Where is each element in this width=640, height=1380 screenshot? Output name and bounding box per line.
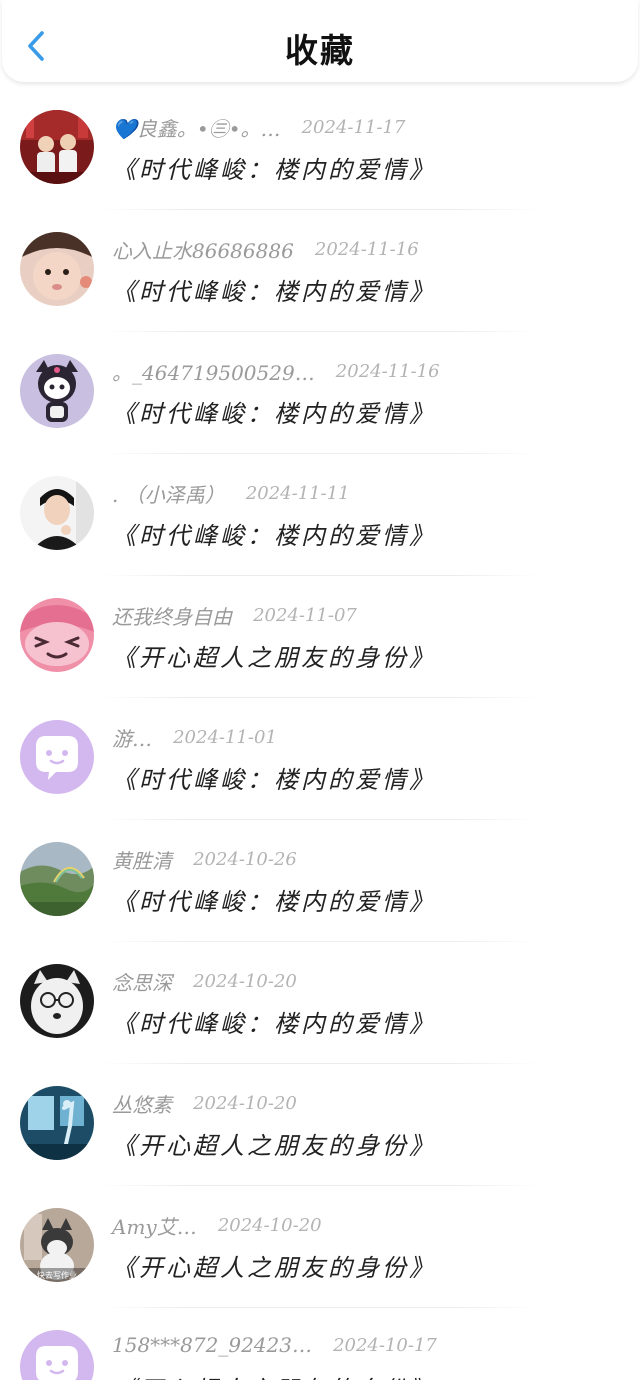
avatar[interactable]	[20, 1086, 94, 1160]
avatar[interactable]: 快去写作业	[20, 1208, 94, 1282]
list-item[interactable]: 💙良鑫。•㊂•。… 2024-11-17 《时代峰峻：楼内的爱情》	[0, 88, 640, 210]
avatar[interactable]	[20, 354, 94, 428]
work-title[interactable]: 《时代峰峻：楼内的爱情》	[112, 882, 436, 917]
item-meta: 丛悠素 2024-10-20	[112, 1089, 297, 1119]
date: 2024-10-20	[217, 1215, 322, 1236]
work-title[interactable]: 《时代峰峻：楼内的爱情》	[112, 394, 436, 429]
chat-bubble-icon	[20, 1330, 94, 1380]
item-meta: 还我终身自由 2024-11-07	[112, 601, 357, 631]
work-title[interactable]: 《时代峰峻：楼内的爱情》	[112, 272, 436, 307]
avatar[interactable]	[20, 476, 94, 550]
username[interactable]: 游…	[112, 723, 152, 752]
username[interactable]: . （小泽禹）	[112, 479, 225, 508]
date: 2024-11-01	[173, 727, 277, 748]
username[interactable]: 💙良鑫。•㊂•。…	[112, 113, 281, 142]
username[interactable]: 心入止水86686886	[112, 235, 294, 264]
item-meta: 158***872_92423… 2024-10-17	[112, 1333, 437, 1363]
username[interactable]: 还我终身自由	[112, 601, 232, 630]
username[interactable]: 。_464719500529…	[112, 357, 315, 386]
chat-bubble-icon	[20, 720, 94, 794]
avatar[interactable]	[20, 110, 94, 184]
work-title[interactable]: 《开心超人之朋友的身份》	[112, 1370, 436, 1380]
date: 2024-11-11	[245, 483, 350, 504]
list-item[interactable]: 158***872_92423… 2024-10-17 《开心超人之朋友的身份》	[0, 1308, 640, 1380]
item-meta: 。_464719500529… 2024-11-16	[112, 357, 440, 387]
date: 2024-10-26	[193, 849, 297, 870]
list-item[interactable]: 还我终身自由 2024-11-07 《开心超人之朋友的身份》	[0, 576, 640, 698]
date: 2024-11-16	[335, 361, 440, 382]
date: 2024-10-20	[193, 971, 297, 992]
item-meta: Amy艾… 2024-10-20	[112, 1211, 322, 1241]
work-title[interactable]: 《开心超人之朋友的身份》	[112, 1248, 436, 1283]
list-item[interactable]: 念思深 2024-10-20 《时代峰峻：楼内的爱情》	[0, 942, 640, 1064]
avatar[interactable]	[20, 1330, 94, 1380]
list-item[interactable]: 丛悠素 2024-10-20 《开心超人之朋友的身份》	[0, 1064, 640, 1186]
avatar[interactable]	[20, 720, 94, 794]
work-title[interactable]: 《开心超人之朋友的身份》	[112, 1126, 436, 1161]
work-title[interactable]: 《开心超人之朋友的身份》	[112, 638, 436, 673]
username[interactable]: Amy艾…	[112, 1211, 197, 1240]
avatar-caption: 快去写作业	[37, 1270, 77, 1280]
item-meta: 💙良鑫。•㊂•。… 2024-11-17	[112, 113, 405, 143]
username[interactable]: 丛悠素	[112, 1089, 172, 1118]
item-meta: 心入止水86686886 2024-11-16	[112, 235, 419, 265]
date: 2024-11-07	[253, 605, 357, 626]
work-title[interactable]: 《时代峰峻：楼内的爱情》	[112, 150, 436, 185]
list-item[interactable]: 黄胜清 2024-10-26 《时代峰峻：楼内的爱情》	[0, 820, 640, 942]
page-title: 收藏	[285, 31, 355, 70]
username[interactable]: 黄胜清	[112, 845, 172, 874]
favorites-list: 💙良鑫。•㊂•。… 2024-11-17 《时代峰峻：楼内的爱情》 心入止水86…	[0, 88, 640, 1380]
list-item[interactable]: 。_464719500529… 2024-11-16 《时代峰峻：楼内的爱情》	[0, 332, 640, 454]
username[interactable]: 念思深	[112, 967, 172, 996]
top-nav-bar: 收藏	[2, 0, 638, 82]
date: 2024-11-17	[301, 117, 406, 138]
avatar[interactable]	[20, 598, 94, 672]
list-item[interactable]: 心入止水86686886 2024-11-16 《时代峰峻：楼内的爱情》	[0, 210, 640, 332]
item-meta: . （小泽禹） 2024-11-11	[112, 479, 350, 509]
avatar[interactable]	[20, 842, 94, 916]
list-item[interactable]: . （小泽禹） 2024-11-11 《时代峰峻：楼内的爱情》	[0, 454, 640, 576]
list-item[interactable]: 快去写作业 Amy艾… 2024-10-20 《开心超人之朋友的身份》	[0, 1186, 640, 1308]
favorites-screen: 收藏 💙良鑫。•㊂•。… 2024-11-17 《时代峰峻：楼内的爱情》 心入止…	[0, 0, 640, 1380]
avatar[interactable]	[20, 964, 94, 1038]
avatar[interactable]	[20, 232, 94, 306]
list-item[interactable]: 游… 2024-11-01 《时代峰峻：楼内的爱情》	[0, 698, 640, 820]
work-title[interactable]: 《时代峰峻：楼内的爱情》	[112, 1004, 436, 1039]
work-title[interactable]: 《时代峰峻：楼内的爱情》	[112, 760, 436, 795]
date: 2024-11-16	[314, 239, 419, 260]
work-title[interactable]: 《时代峰峻：楼内的爱情》	[112, 516, 436, 551]
date: 2024-10-20	[193, 1093, 297, 1114]
username[interactable]: 158***872_92423…	[112, 1333, 312, 1357]
item-meta: 念思深 2024-10-20	[112, 967, 297, 997]
date: 2024-10-17	[333, 1334, 437, 1356]
item-meta: 游… 2024-11-01	[112, 723, 277, 753]
item-meta: 黄胜清 2024-10-26	[112, 845, 297, 875]
